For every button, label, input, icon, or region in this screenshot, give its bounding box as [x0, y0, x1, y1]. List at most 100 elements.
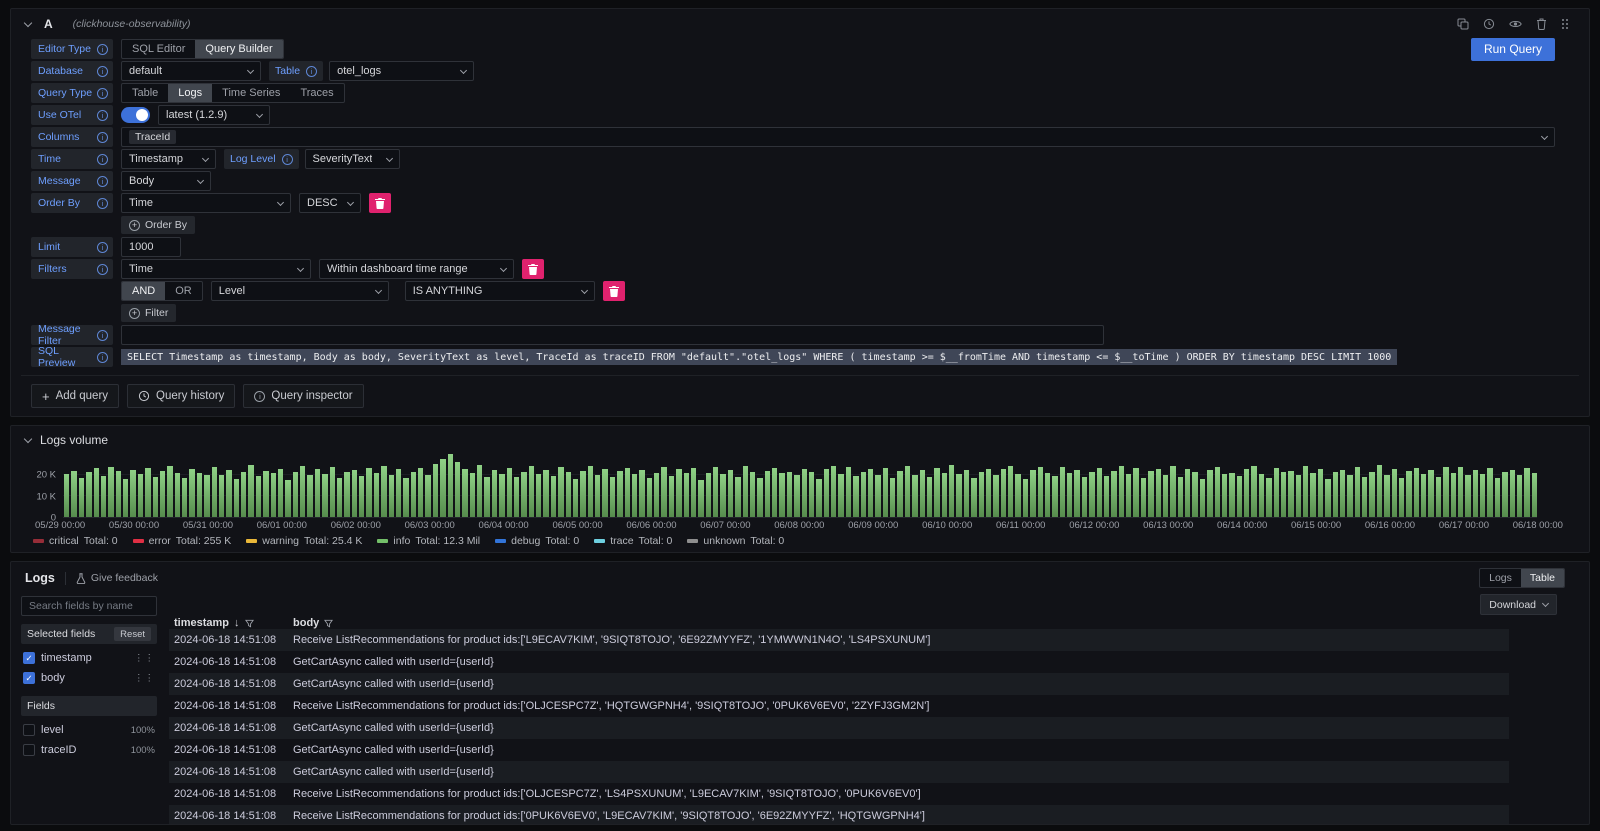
info-icon[interactable]: i	[97, 176, 108, 187]
database-select[interactable]: default	[121, 61, 261, 81]
remove-level-filter-button[interactable]	[603, 281, 625, 301]
search-fields-input[interactable]	[21, 596, 157, 616]
column-tag[interactable]: TraceId	[129, 130, 176, 144]
time-column-select[interactable]: Timestamp	[121, 149, 216, 169]
view-table-option[interactable]: Table	[1521, 569, 1564, 587]
volume-bar	[315, 469, 320, 517]
view-logs-option[interactable]: Logs	[1480, 569, 1521, 587]
drag-handle-icon[interactable]	[1561, 18, 1569, 30]
message-column-select[interactable]: Body	[121, 171, 211, 191]
query-type-time-series[interactable]: Time Series	[212, 84, 290, 102]
filter-operator-select[interactable]: Within dashboard time range	[319, 259, 514, 279]
add-order-by-button[interactable]: + Order By	[121, 216, 195, 234]
selected-field-row[interactable]: ✓body⋮⋮	[21, 668, 157, 688]
table-row[interactable]: 2024-06-18 14:51:08Receive ListRecommend…	[169, 783, 1509, 805]
volume-bar	[750, 472, 755, 517]
limit-input[interactable]	[121, 237, 181, 257]
conjunction-and[interactable]: AND	[122, 282, 165, 300]
info-icon[interactable]: i	[97, 330, 108, 341]
drag-handle-icon[interactable]: ⋮⋮	[134, 673, 155, 684]
remove-filter-button[interactable]	[522, 259, 544, 279]
info-icon[interactable]: i	[97, 242, 108, 253]
info-icon[interactable]: i	[97, 88, 108, 99]
info-icon[interactable]: i	[97, 110, 108, 121]
info-icon[interactable]: i	[282, 154, 293, 165]
eye-icon[interactable]	[1509, 19, 1522, 29]
message-filter-input[interactable]	[121, 325, 1104, 345]
history-icon[interactable]	[1483, 18, 1495, 30]
trash-icon[interactable]	[1536, 18, 1547, 30]
level-filter-field-select[interactable]: Level	[211, 281, 389, 301]
sql-preview[interactable]: SELECT Timestamp as timestamp, Body as b…	[121, 349, 1397, 365]
columns-multiselect[interactable]: TraceId	[121, 127, 1555, 147]
table-row[interactable]: 2024-06-18 14:51:08GetCartAsync called w…	[169, 739, 1509, 761]
use-otel-toggle[interactable]	[121, 107, 150, 123]
info-icon[interactable]: i	[97, 198, 108, 209]
legend-item[interactable]: criticalTotal: 0	[33, 535, 118, 547]
run-query-button[interactable]: Run Query	[1471, 38, 1555, 61]
filter-field-select[interactable]: Time	[121, 259, 311, 279]
table-row[interactable]: 2024-06-18 14:51:08GetCartAsync called w…	[169, 717, 1509, 739]
query-type-traces[interactable]: Traces	[290, 84, 343, 102]
table-select[interactable]: otel_logs	[329, 61, 474, 81]
download-button[interactable]: Download	[1480, 594, 1557, 615]
logs-volume-plot[interactable]	[63, 452, 1537, 518]
legend-item[interactable]: warningTotal: 25.4 K	[246, 535, 362, 547]
field-row[interactable]: traceID100%	[21, 740, 157, 760]
checkbox-checked[interactable]: ✓	[23, 672, 35, 684]
table-row[interactable]: 2024-06-18 14:51:08Receive ListRecommend…	[169, 805, 1509, 825]
filter-funnel-icon[interactable]	[324, 619, 333, 628]
query-type-table[interactable]: Table	[122, 84, 168, 102]
editor-type-sql-editor[interactable]: SQL Editor	[122, 40, 195, 58]
legend-item[interactable]: debugTotal: 0	[495, 535, 579, 547]
info-icon[interactable]: i	[97, 66, 108, 77]
info-icon[interactable]: i	[97, 132, 108, 143]
table-row[interactable]: 2024-06-18 14:51:08GetCartAsync called w…	[169, 761, 1509, 783]
table-row[interactable]: 2024-06-18 14:51:08GetCartAsync called w…	[169, 651, 1509, 673]
level-filter-operator-select[interactable]: IS ANYTHING	[405, 281, 595, 301]
query-inspector-button[interactable]: i Query inspector	[243, 384, 363, 408]
reset-button[interactable]: Reset	[114, 627, 151, 641]
selected-field-row[interactable]: ✓timestamp⋮⋮	[21, 648, 157, 668]
info-icon[interactable]: i	[97, 264, 108, 275]
query-history-button[interactable]: Query history	[127, 384, 235, 408]
info-icon[interactable]: i	[97, 352, 108, 363]
conjunction-or[interactable]: OR	[165, 282, 202, 300]
legend-total: Total: 12.3 Mil	[415, 535, 480, 547]
log-level-select[interactable]: SeverityText	[305, 149, 400, 169]
timestamp-column-header[interactable]: timestamp ↓	[169, 617, 293, 629]
legend-item[interactable]: traceTotal: 0	[594, 535, 672, 547]
otel-version-select[interactable]: latest (1.2.9)	[158, 105, 270, 125]
remove-order-by-button[interactable]	[369, 193, 391, 213]
volume-bar	[1310, 473, 1315, 517]
legend-item[interactable]: unknownTotal: 0	[687, 535, 784, 547]
order-by-field-select[interactable]: Time	[121, 193, 291, 213]
add-filter-button[interactable]: + Filter	[121, 304, 176, 322]
drag-handle-icon[interactable]: ⋮⋮	[134, 653, 155, 664]
filter-funnel-icon[interactable]	[245, 619, 254, 628]
table-row[interactable]: 2024-06-18 14:51:08Receive ListRecommend…	[169, 695, 1509, 717]
field-row[interactable]: level100%	[21, 720, 157, 740]
query-type-logs[interactable]: Logs	[168, 84, 212, 102]
collapse-chevron-icon[interactable]	[24, 434, 32, 442]
legend-item[interactable]: errorTotal: 255 K	[133, 535, 232, 547]
info-icon[interactable]: i	[97, 44, 108, 55]
body-column-header[interactable]: body	[293, 617, 1509, 629]
table-row[interactable]: 2024-06-18 14:51:08Receive ListRecommend…	[169, 629, 1509, 651]
checkbox-unchecked[interactable]	[23, 744, 35, 756]
add-query-button[interactable]: + Add query	[31, 384, 119, 408]
info-icon[interactable]: i	[306, 66, 317, 77]
duplicate-icon[interactable]	[1457, 18, 1469, 30]
x-axis-row: 05/29 00:0005/30 00:0005/31 00:0006/01 0…	[21, 520, 1579, 531]
table-row[interactable]: 2024-06-18 14:51:08GetCartAsync called w…	[169, 673, 1509, 695]
give-feedback-link[interactable]: Give feedback	[76, 572, 158, 584]
legend-item[interactable]: infoTotal: 12.3 Mil	[377, 535, 480, 547]
order-by-direction-select[interactable]: DESC	[299, 193, 361, 213]
sort-desc-icon[interactable]: ↓	[234, 617, 240, 629]
editor-type-query-builder[interactable]: Query Builder	[195, 40, 282, 58]
checkbox-unchecked[interactable]	[23, 724, 35, 736]
collapse-chevron-icon[interactable]	[24, 18, 32, 26]
columns-row: Columns i TraceId	[31, 127, 1555, 147]
info-icon[interactable]: i	[97, 154, 108, 165]
checkbox-checked[interactable]: ✓	[23, 652, 35, 664]
